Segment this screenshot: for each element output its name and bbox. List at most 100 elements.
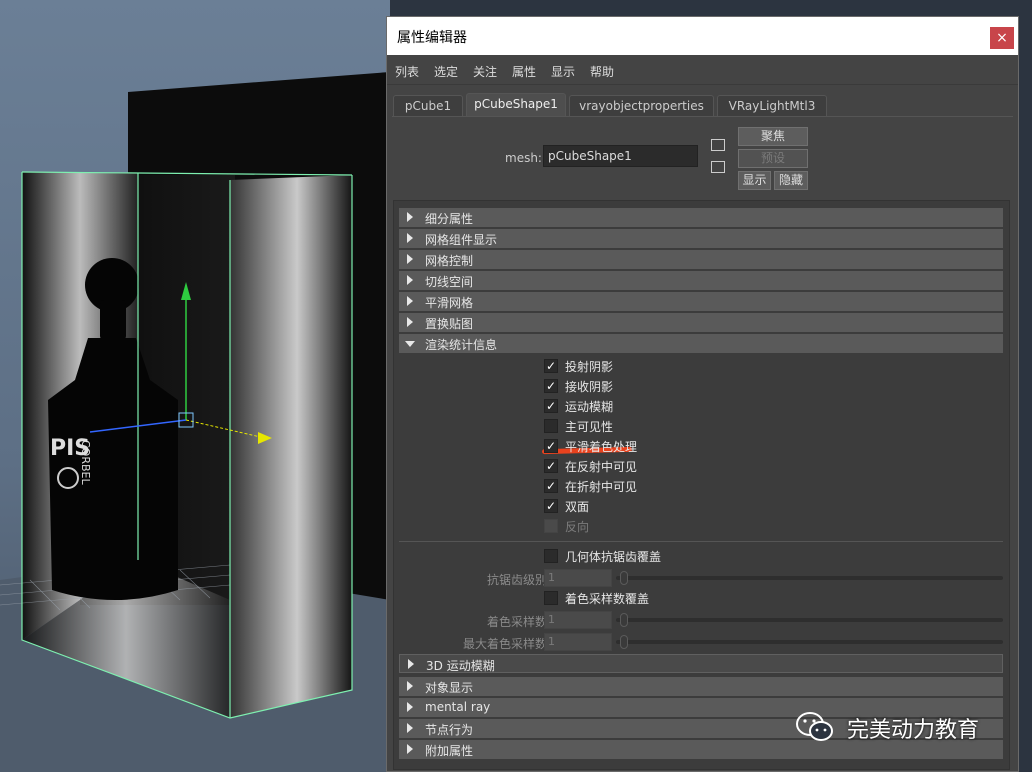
checkbox-label: 着色采样数覆盖 — [565, 592, 650, 606]
expand-triangle-icon — [407, 275, 413, 285]
checkbox-label: 双面 — [565, 500, 590, 514]
menu-show[interactable]: 显示 — [551, 63, 575, 80]
expand-triangle-icon — [407, 254, 413, 264]
checkbox — [544, 519, 558, 533]
slider-label: 着色采样数 — [486, 615, 547, 629]
presets-button[interactable]: 预设 — [738, 149, 808, 168]
collapse-triangle-icon — [405, 341, 415, 347]
menu-selected[interactable]: 选定 — [434, 63, 458, 80]
checkbox[interactable] — [544, 419, 558, 433]
checkbox[interactable]: ✓ — [544, 499, 558, 513]
section-label: 3D 运动模糊 — [426, 659, 495, 673]
section-label: 细分属性 — [425, 212, 474, 226]
checkbox-label: 平滑着色处理 — [565, 440, 638, 454]
section-mesh-component-display[interactable]: 网格组件显示 — [399, 229, 1003, 248]
checkbox[interactable]: ✓ — [544, 439, 558, 453]
attribute-editor-window: 属性编辑器 × 列表 选定 关注 属性 显示 帮助 pCube1 pCubeSh… — [386, 16, 1019, 772]
scene-render: PIS CORBEL — [0, 72, 390, 772]
attribute-sections: 细分属性 网格组件显示 网格控制 切线空间 平滑网格 置换贴图 渲染统计信息 ✓… — [393, 200, 1010, 770]
section-label: 附加属性 — [425, 744, 474, 758]
slider-shading-samples: 着色采样数 1 — [394, 611, 1009, 631]
slider-handle — [620, 571, 628, 585]
checkbox[interactable]: ✓ — [544, 399, 558, 413]
checkbox[interactable]: ✓ — [544, 459, 558, 473]
menu-list[interactable]: 列表 — [395, 63, 419, 80]
expand-triangle-icon — [408, 659, 414, 669]
section-label: 网格组件显示 — [425, 233, 498, 247]
expand-triangle-icon — [407, 317, 413, 327]
section-smooth-mesh[interactable]: 平滑网格 — [399, 292, 1003, 311]
checkbox-label: 接收阴影 — [565, 380, 614, 394]
viewport-3d[interactable]: PIS CORBEL — [0, 0, 390, 772]
input-connection-icon[interactable] — [711, 139, 725, 151]
checkbox-label: 在反射中可见 — [565, 460, 638, 474]
divider — [399, 541, 1003, 542]
window-title: 属性编辑器 — [397, 30, 467, 46]
slider-label: 最大着色采样数 — [462, 637, 547, 651]
box-right-wall — [230, 175, 352, 718]
bottle-label-2: CORBEL — [79, 440, 92, 485]
section-displacement-map[interactable]: 置换贴图 — [399, 313, 1003, 332]
expand-triangle-icon — [407, 744, 413, 754]
section-label: 置换贴图 — [425, 317, 474, 331]
output-connection-icon[interactable] — [711, 161, 725, 173]
checkbox[interactable]: ✓ — [544, 359, 558, 373]
expand-triangle-icon — [407, 702, 413, 712]
section-label: 切线空间 — [425, 275, 474, 289]
tab-vraylightmtl3[interactable]: VRayLightMtl3 — [717, 95, 827, 117]
slider-track — [616, 640, 1003, 644]
wechat-icon — [796, 712, 833, 741]
expand-triangle-icon — [407, 681, 413, 691]
checkbox-label: 投射阴影 — [565, 360, 614, 374]
node-type-label: mesh: — [505, 151, 542, 165]
checkbox[interactable]: ✓ — [544, 379, 558, 393]
checkbox[interactable] — [544, 591, 558, 605]
focus-button[interactable]: 聚焦 — [738, 127, 808, 146]
checkbox[interactable] — [544, 549, 558, 563]
section-3d-motion-blur[interactable]: 3D 运动模糊 — [399, 654, 1003, 673]
slider-field: 1 — [544, 611, 612, 629]
tab-pcubeshape1[interactable]: pCubeShape1 — [466, 93, 566, 117]
checkbox-label: 运动模糊 — [565, 400, 614, 414]
slider-handle — [620, 635, 628, 649]
checkbox-label: 反向 — [565, 520, 590, 534]
section-label: 网格控制 — [425, 254, 474, 268]
slider-aa-level: 抗锯齿级别 1 — [394, 569, 1009, 589]
section-label: 节点行为 — [425, 723, 474, 737]
slider-handle — [620, 613, 628, 627]
section-subdivision[interactable]: 细分属性 — [399, 208, 1003, 227]
tab-pcube1[interactable]: pCube1 — [393, 95, 463, 117]
checkbox-label: 在折射中可见 — [565, 480, 638, 494]
checkbox-label: 几何体抗锯齿覆盖 — [565, 550, 662, 564]
checkbox[interactable]: ✓ — [544, 479, 558, 493]
expand-triangle-icon — [407, 233, 413, 243]
tab-vrayobjectproperties[interactable]: vrayobjectproperties — [569, 95, 714, 117]
show-button[interactable]: 显示 — [738, 171, 771, 190]
slider-label: 抗锯齿级别 — [486, 573, 547, 587]
section-label: 渲染统计信息 — [425, 338, 498, 352]
title-bar[interactable]: 属性编辑器 × — [387, 17, 1018, 55]
section-tangent-space[interactable]: 切线空间 — [399, 271, 1003, 290]
section-object-display[interactable]: 对象显示 — [399, 677, 1003, 696]
menu-attributes[interactable]: 属性 — [512, 63, 536, 80]
expand-triangle-icon — [407, 723, 413, 733]
section-mesh-controls[interactable]: 网格控制 — [399, 250, 1003, 269]
section-render-stats[interactable]: 渲染统计信息 — [399, 334, 1003, 353]
slider-field: 1 — [544, 569, 612, 587]
node-name-field[interactable]: pCubeShape1 — [543, 145, 698, 167]
expand-triangle-icon — [407, 212, 413, 222]
hide-button[interactable]: 隐藏 — [774, 171, 808, 190]
menu-bar: 列表 选定 关注 属性 显示 帮助 — [387, 55, 1018, 85]
menu-focus[interactable]: 关注 — [473, 63, 497, 80]
section-label: 平滑网格 — [425, 296, 474, 310]
close-button[interactable]: × — [990, 27, 1014, 49]
node-header-panel: mesh: pCubeShape1 聚焦 预设 显示 隐藏 — [392, 116, 1013, 198]
menu-help[interactable]: 帮助 — [590, 63, 614, 80]
slider-track — [616, 618, 1003, 622]
expand-triangle-icon — [407, 296, 413, 306]
watermark-text: 完美动力教育 — [847, 718, 980, 743]
section-label: mental ray — [425, 700, 491, 714]
slider-max-shading-samples: 最大着色采样数 1 — [394, 633, 1009, 653]
checkbox-label: 主可见性 — [565, 420, 614, 434]
section-label: 对象显示 — [425, 681, 474, 695]
